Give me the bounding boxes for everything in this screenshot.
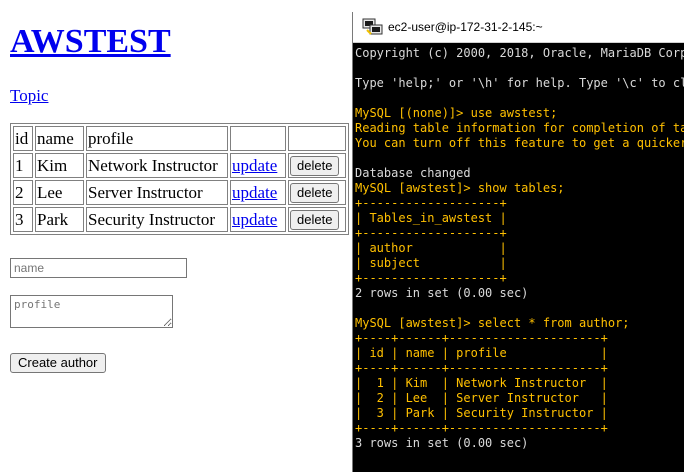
site-title-link[interactable]: AWSTEST xyxy=(10,23,171,60)
web-page: AWSTEST Topic id name profile 1 Kim Netw… xyxy=(0,0,352,460)
cell-id: 3 xyxy=(13,207,33,232)
terminal-line: MySQL [(none)]> use awstest; xyxy=(355,106,558,120)
terminal-title: ec2-user@ip-172-31-2-145:~ xyxy=(388,20,543,34)
putty-icon xyxy=(362,18,383,35)
cell-update: update xyxy=(230,207,286,232)
delete-button[interactable]: delete xyxy=(290,156,340,176)
site-title: AWSTEST xyxy=(10,22,171,62)
terminal-line: +----+------+---------------------+ xyxy=(355,421,608,435)
header-update-empty xyxy=(230,126,286,151)
terminal-output[interactable]: Copyright (c) 2000, 2018, Oracle, MariaD… xyxy=(353,43,684,464)
cell-delete: delete xyxy=(288,180,346,205)
terminal-line: MySQL [awstest]> show tables; xyxy=(355,181,565,195)
cell-name: Lee xyxy=(35,180,84,205)
delete-button[interactable]: delete xyxy=(290,183,340,203)
terminal-line: | Tables_in_awstest | xyxy=(355,211,507,225)
header-id: id xyxy=(13,126,33,151)
update-link[interactable]: update xyxy=(232,156,277,175)
header-delete-empty xyxy=(288,126,346,151)
terminal-line: 2 rows in set (0.00 sec) xyxy=(355,286,529,300)
terminal-line: +-------------------+ xyxy=(355,196,507,210)
terminal-window: ec2-user@ip-172-31-2-145:~ Copyright (c)… xyxy=(352,12,684,472)
cell-name: Park xyxy=(35,207,84,232)
terminal-titlebar[interactable]: ec2-user@ip-172-31-2-145:~ xyxy=(353,12,684,43)
terminal-line: +-------------------+ xyxy=(355,226,507,240)
cell-id: 2 xyxy=(13,180,33,205)
terminal-line: | author | xyxy=(355,241,507,255)
terminal-line: | id | name | profile | xyxy=(355,346,608,360)
terminal-line: Type 'help;' or '\h' for help. Type '\c'… xyxy=(355,76,684,90)
update-link[interactable]: update xyxy=(232,210,277,229)
terminal-line: Copyright (c) 2000, 2018, Oracle, MariaD… xyxy=(355,46,684,60)
cell-update: update xyxy=(230,180,286,205)
header-name: name xyxy=(35,126,84,151)
delete-button[interactable]: delete xyxy=(290,210,340,230)
table-header-row: id name profile xyxy=(13,126,346,151)
terminal-line: | subject | xyxy=(355,256,507,270)
cell-profile: Network Instructor xyxy=(86,153,228,178)
terminal-line: +----+------+---------------------+ xyxy=(355,331,608,345)
create-author-button[interactable]: Create author xyxy=(10,353,106,373)
table-row: 3 Park Security Instructor update delete xyxy=(13,207,346,232)
terminal-line: | 3 | Park | Security Instructor | xyxy=(355,406,608,420)
terminal-line: Database changed xyxy=(355,166,471,180)
topic-link[interactable]: Topic xyxy=(10,86,48,106)
cell-id: 1 xyxy=(13,153,33,178)
terminal-line: Reading table information for completion… xyxy=(355,121,684,135)
cell-delete: delete xyxy=(288,153,346,178)
table-row: 1 Kim Network Instructor update delete xyxy=(13,153,346,178)
cell-name: Kim xyxy=(35,153,84,178)
cell-delete: delete xyxy=(288,207,346,232)
cell-profile: Security Instructor xyxy=(86,207,228,232)
terminal-line: | 1 | Kim | Network Instructor | xyxy=(355,376,608,390)
terminal-line: You can turn off this feature to get a q… xyxy=(355,136,684,150)
terminal-line: | 2 | Lee | Server Instructor | xyxy=(355,391,608,405)
terminal-line: 3 rows in set (0.00 sec) xyxy=(355,436,529,450)
terminal-line: +----+------+---------------------+ xyxy=(355,361,608,375)
cell-profile: Server Instructor xyxy=(86,180,228,205)
update-link[interactable]: update xyxy=(232,183,277,202)
header-profile: profile xyxy=(86,126,228,151)
terminal-line: MySQL [awstest]> select * from author; xyxy=(355,316,630,330)
name-input[interactable] xyxy=(10,258,187,278)
profile-textarea[interactable] xyxy=(10,295,173,328)
terminal-line: +-------------------+ xyxy=(355,271,507,285)
table-row: 2 Lee Server Instructor update delete xyxy=(13,180,346,205)
author-table: id name profile 1 Kim Network Instructor… xyxy=(10,123,349,235)
cell-update: update xyxy=(230,153,286,178)
